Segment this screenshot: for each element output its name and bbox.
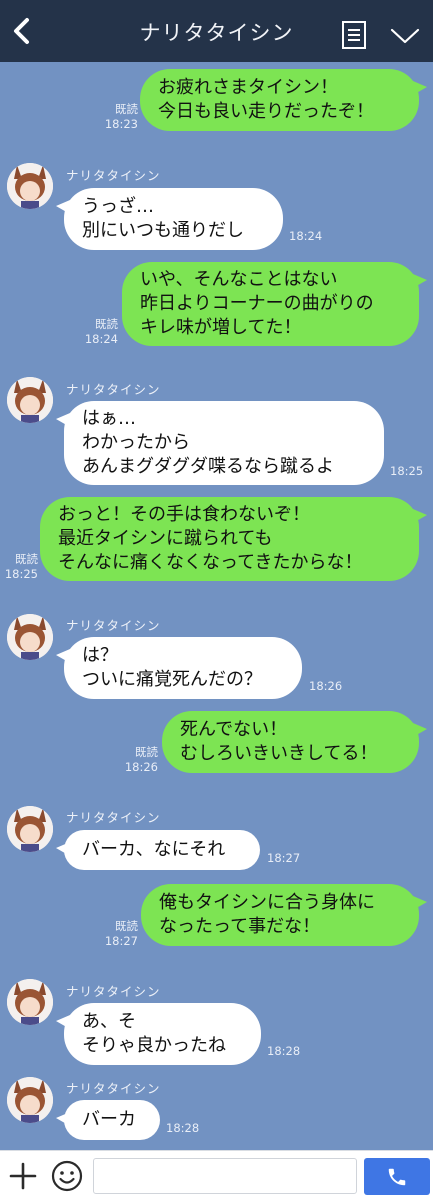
message-time: 18:25 [4, 567, 38, 581]
message-line: あ、そ [82, 1011, 136, 1032]
message-list[interactable]: お疲れさまタイシン！ 今日も良い走りだったぞ！ 既読 18:23 ナリタタイシン… [0, 62, 433, 1150]
sender-name: ナリタタイシン [66, 382, 161, 397]
message-line: おっと！その手は食わないぞ！ [58, 504, 310, 525]
message-meta: 既読 18:26 [110, 745, 158, 775]
avatar-icon [7, 1077, 53, 1123]
message-meta: 既読 18:23 [90, 102, 138, 132]
plus-icon [9, 1162, 37, 1190]
message-time: 18:24 [84, 332, 118, 346]
read-receipt: 既読 [135, 745, 158, 759]
message-line: いや、そんなことはない [140, 269, 338, 290]
read-receipt: 既読 [95, 317, 118, 331]
message-line: 死んでない！ [180, 719, 288, 740]
read-receipt: 既読 [115, 919, 138, 933]
message-line: 俺もタイシンに合う身体に [159, 892, 375, 913]
chevron-down-icon [390, 28, 420, 44]
sender-name: ナリタタイシン [66, 810, 161, 825]
emoji-icon [51, 1160, 83, 1192]
message-line: 最近タイシンに蹴られても [58, 528, 273, 549]
message-line: 今日も良い走りだったぞ！ [158, 101, 374, 122]
message-time: 18:27 [267, 851, 301, 865]
call-button[interactable] [364, 1158, 430, 1195]
avatar-icon [7, 163, 53, 209]
sender-name: ナリタタイシン [66, 168, 161, 183]
message-line: キレ味が増してた！ [140, 317, 302, 338]
message-time: 18:28 [166, 1121, 200, 1135]
avatar[interactable] [7, 979, 53, 1025]
avatar[interactable] [7, 1077, 53, 1123]
incoming-message-bubble[interactable]: バーカ [56, 1100, 160, 1140]
message-line: バーカ、なにそれ [82, 839, 226, 860]
sender-name: ナリタタイシン [66, 618, 161, 633]
message-line: わかったから [82, 432, 190, 453]
chevron-left-icon [14, 18, 29, 44]
message-line: 別にいつも通りだし [82, 220, 244, 241]
message-input[interactable] [93, 1158, 357, 1194]
outgoing-message-bubble[interactable]: 俺もタイシンに合う身体に なったって事だな！ [141, 884, 427, 946]
message-time: 18:24 [289, 229, 323, 243]
message-line: むしろいきいきしてる！ [180, 743, 378, 764]
message-line: 昨日よりコーナーの曲がりの [140, 293, 374, 314]
sender-name: ナリタタイシン [66, 984, 161, 999]
incoming-message-bubble[interactable]: はぁ… わかったから あんまグダグダ喋るなら蹴るよ [56, 401, 384, 485]
message-time: 18:23 [104, 117, 138, 131]
outgoing-message-bubble[interactable]: お疲れさまタイシン！ 今日も良い走りだったぞ！ [140, 69, 427, 131]
avatar[interactable] [7, 163, 53, 209]
emoji-button[interactable] [50, 1159, 84, 1193]
avatar-icon [7, 614, 53, 660]
message-time: 18:27 [104, 934, 138, 948]
outgoing-message-bubble[interactable]: いや、そんなことはない 昨日よりコーナーの曲がりの キレ味が増してた！ [122, 262, 427, 346]
notes-button[interactable] [340, 20, 368, 50]
message-line: あんまグダグダ喋るなら蹴るよ [82, 456, 334, 477]
read-receipt: 既読 [15, 552, 38, 566]
input-bar [0, 1150, 433, 1200]
chat-header: ナリタタイシン [0, 0, 433, 62]
message-line: うっざ… [82, 196, 154, 217]
message-meta: 既読 18:27 [90, 919, 138, 949]
incoming-message-bubble[interactable]: バーカ、なにそれ [56, 830, 260, 870]
message-line: はぁ… [82, 408, 136, 429]
message-time: 18:26 [124, 760, 158, 774]
message-meta: 既読 18:24 [70, 317, 118, 347]
avatar[interactable] [7, 614, 53, 660]
message-line: そんなに痛くなくなってきたからな！ [58, 552, 363, 573]
menu-button[interactable] [389, 24, 421, 48]
message-line: バーカ [82, 1109, 136, 1130]
incoming-message-bubble[interactable]: あ、そ そりゃ良かったね [56, 1003, 261, 1065]
chat-title: ナリタタイシン [139, 21, 294, 45]
phone-icon [388, 1168, 406, 1185]
message-meta: 既読 18:25 [0, 552, 38, 582]
message-line: お疲れさまタイシン！ [158, 77, 338, 98]
message-line: は？ [82, 645, 118, 666]
read-receipt: 既読 [115, 102, 138, 116]
message-line: そりゃ良かったね [82, 1035, 226, 1056]
avatar-icon [7, 979, 53, 1025]
avatar-icon [7, 806, 53, 852]
outgoing-message-bubble[interactable]: 死んでない！ むしろいきいきしてる！ [162, 711, 427, 773]
message-time: 18:25 [390, 464, 424, 478]
outgoing-message-bubble[interactable]: おっと！その手は食わないぞ！ 最近タイシンに蹴られても そんなに痛くなくなってき… [40, 497, 427, 581]
avatar[interactable] [7, 377, 53, 423]
message-line: ついに痛覚死んだの？ [82, 669, 262, 690]
attach-button[interactable] [8, 1161, 38, 1191]
avatar-icon [7, 377, 53, 423]
message-time: 18:26 [309, 679, 343, 693]
avatar[interactable] [7, 806, 53, 852]
incoming-message-bubble[interactable]: うっざ… 別にいつも通りだし [56, 188, 283, 250]
message-line: なったって事だな！ [159, 916, 321, 937]
message-time: 18:28 [267, 1044, 301, 1058]
back-button[interactable] [6, 14, 40, 48]
incoming-message-bubble[interactable]: は？ ついに痛覚死んだの？ [56, 637, 302, 699]
notes-icon [342, 21, 366, 49]
sender-name: ナリタタイシン [66, 1081, 161, 1096]
